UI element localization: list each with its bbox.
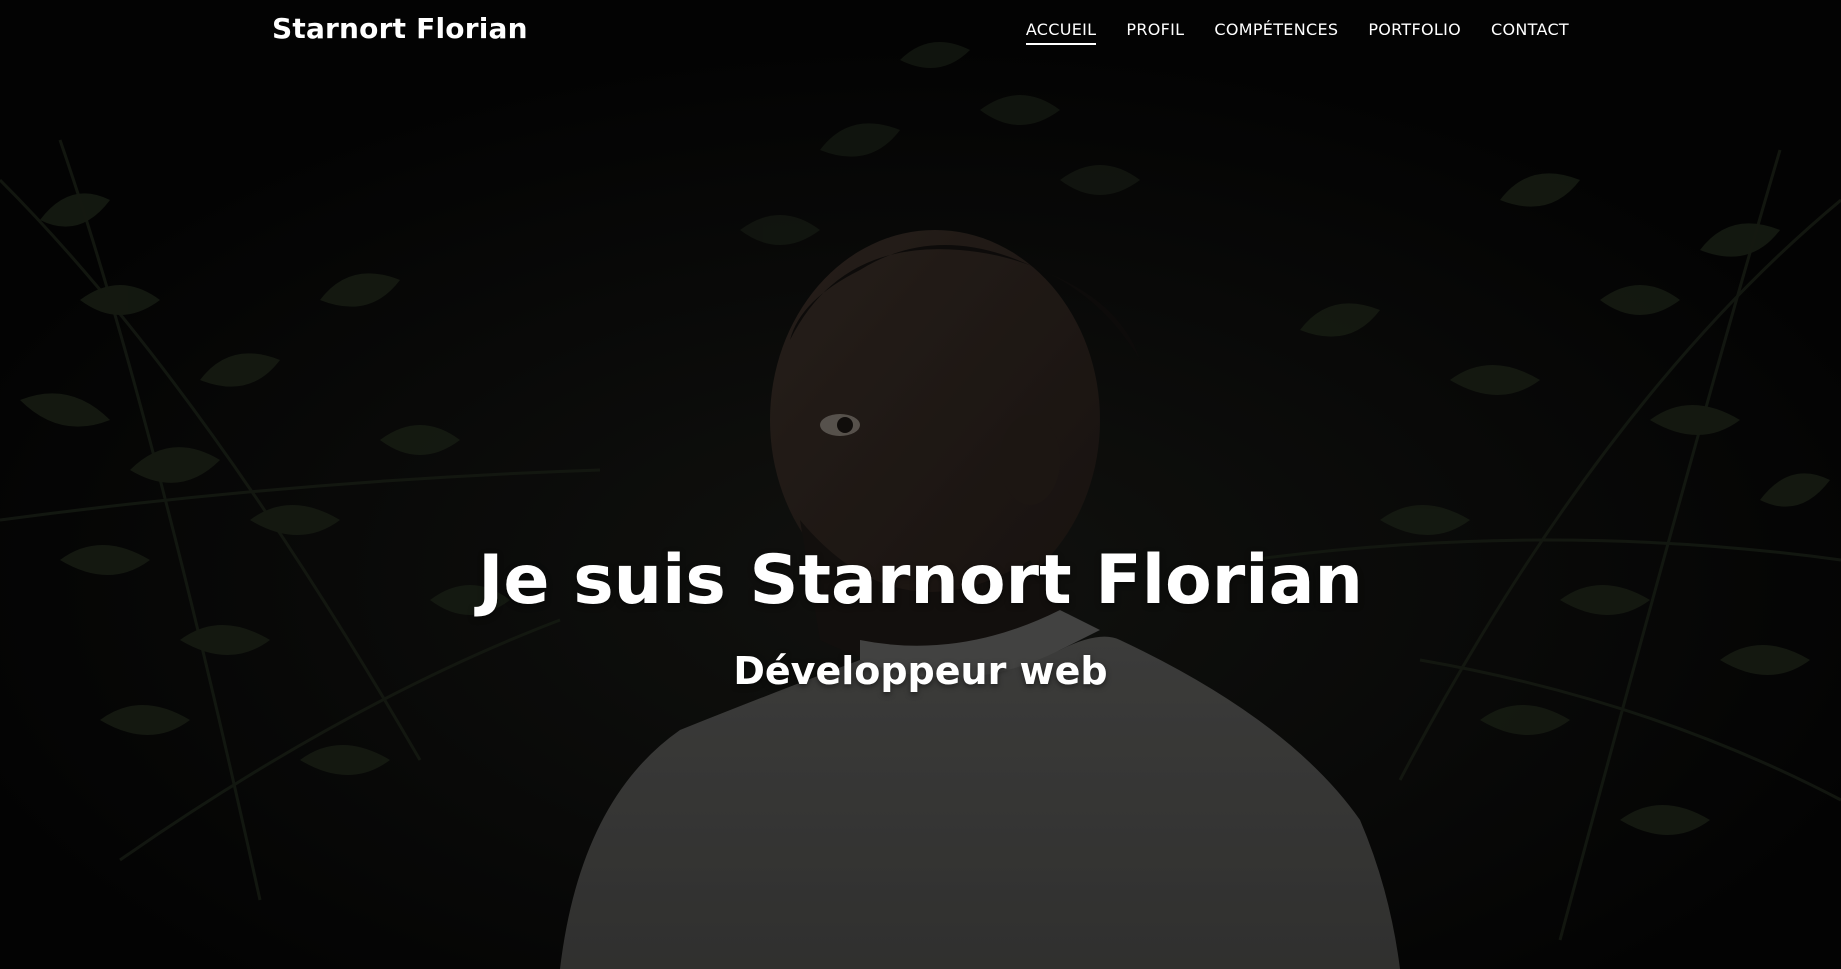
hero-subtitle: Développeur web [733,649,1108,693]
nav-item-profil: PROFIL [1126,20,1184,45]
hero-title: Je suis Starnort Florian [478,541,1363,620]
hero-section: Starnort Florian ACCUEIL PROFIL COMPÉTEN… [0,0,1841,969]
nav-link-contact[interactable]: CONTACT [1491,20,1569,45]
nav-link-competences[interactable]: COMPÉTENCES [1214,20,1338,45]
nav-item-contact: CONTACT [1491,20,1569,45]
hero-text-block: Je suis Starnort Florian Développeur web [0,540,1841,694]
nav-item-portfolio: PORTFOLIO [1368,20,1461,45]
nav-link-portfolio[interactable]: PORTFOLIO [1368,20,1461,45]
nav-link-profil[interactable]: PROFIL [1126,20,1184,45]
hero-background-photo [0,0,1841,969]
nav-link-accueil[interactable]: ACCUEIL [1025,20,1097,45]
nav-item-accueil: ACCUEIL [1025,20,1097,45]
nav-item-competences: COMPÉTENCES [1214,20,1338,45]
main-navbar: Starnort Florian ACCUEIL PROFIL COMPÉTEN… [0,0,1841,62]
brand-logo-link[interactable]: Starnort Florian [272,12,528,45]
nav-menu: ACCUEIL PROFIL COMPÉTENCES PORTFOLIO CON… [1025,20,1569,45]
